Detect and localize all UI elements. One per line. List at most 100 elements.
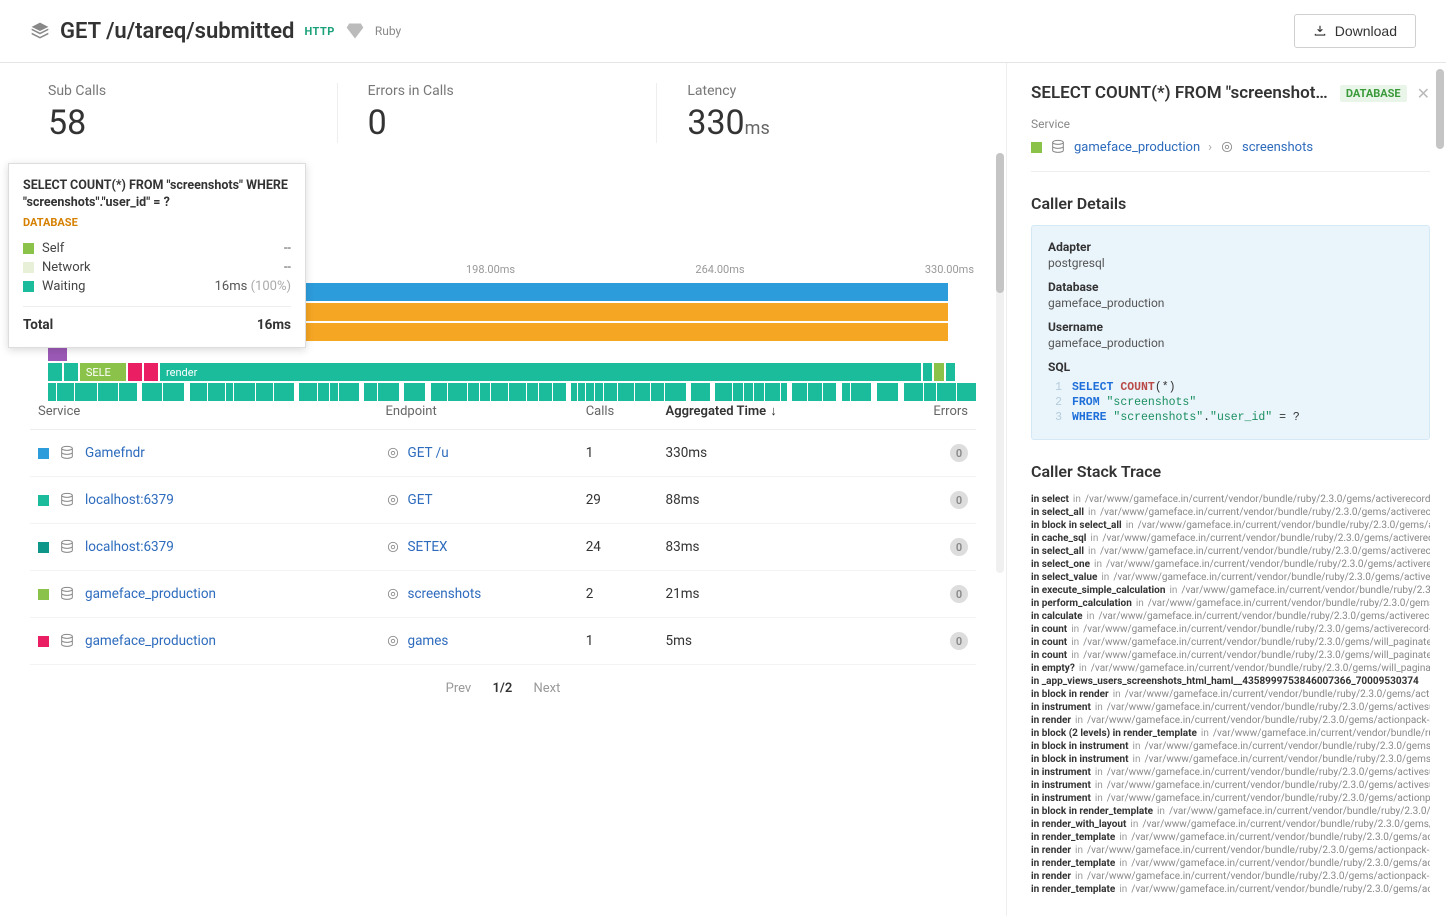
flame-span[interactable]: SELE <box>80 363 126 381</box>
flame-segment[interactable] <box>937 383 956 401</box>
flame-segment[interactable] <box>571 383 577 401</box>
flame-segment[interactable] <box>299 383 317 401</box>
flame-segment[interactable] <box>957 383 976 401</box>
flame-segment[interactable] <box>823 383 836 401</box>
services-table: Service Endpoint Calls Aggregated Time↓ … <box>0 393 1006 712</box>
table-row[interactable]: gameface_production screenshots 2 21ms 0 <box>30 571 976 618</box>
flame-segment[interactable] <box>57 383 75 401</box>
flame-span[interactable] <box>946 363 955 381</box>
flame-segment[interactable] <box>491 383 507 401</box>
flame-segment[interactable] <box>781 383 787 401</box>
endpoint-link[interactable]: SETEX <box>408 539 448 555</box>
flame-segment[interactable] <box>48 383 56 401</box>
flame-span-render[interactable]: render <box>160 363 921 381</box>
endpoint-link[interactable]: GET <box>408 492 433 508</box>
calls-cell: 1 <box>578 618 658 665</box>
flame-segment[interactable] <box>226 383 234 401</box>
flame-segment[interactable] <box>448 383 467 401</box>
flame-segment[interactable] <box>234 383 255 401</box>
page-title: GET /u/tareq/submitted <box>60 19 294 44</box>
flame-segment[interactable] <box>339 383 359 401</box>
flame-span[interactable] <box>48 363 62 381</box>
endpoint-link[interactable]: screenshots <box>408 586 482 602</box>
service-link[interactable]: gameface_production <box>85 633 216 649</box>
flame-segment[interactable] <box>851 383 871 401</box>
service-link[interactable]: gameface_production <box>85 586 216 602</box>
flame-segment[interactable] <box>256 383 273 401</box>
scrollbar-thumb[interactable] <box>996 153 1004 293</box>
header-left: GET /u/tareq/submitted HTTP Ruby <box>30 19 401 44</box>
table-row[interactable]: localhost:6379 SETEX 24 83ms 0 <box>30 524 976 571</box>
flame-segment[interactable] <box>651 383 665 401</box>
flame-segment[interactable] <box>553 383 565 401</box>
scrollbar-thumb[interactable] <box>1436 69 1444 149</box>
flame-segment[interactable] <box>754 383 764 401</box>
flame-segment[interactable] <box>691 383 710 401</box>
flame-segment[interactable] <box>318 383 329 401</box>
flame-segment[interactable] <box>364 383 376 401</box>
flame-segment[interactable] <box>98 383 118 401</box>
flame-segment[interactable] <box>618 383 634 401</box>
flame-span[interactable] <box>923 363 932 381</box>
flame-segment[interactable] <box>431 383 448 401</box>
flame-segment[interactable] <box>163 383 184 401</box>
pager-prev[interactable]: Prev <box>446 681 472 696</box>
flame-segment[interactable] <box>509 383 527 401</box>
flame-segment[interactable] <box>578 383 585 401</box>
service-link[interactable]: Gamefndr <box>85 445 145 461</box>
flame-segment[interactable] <box>468 383 479 401</box>
close-icon[interactable]: ✕ <box>1417 84 1430 103</box>
flame-span[interactable] <box>144 363 158 381</box>
flame-segment[interactable] <box>539 383 552 401</box>
download-icon <box>1313 24 1327 38</box>
flame-segment[interactable] <box>877 383 899 401</box>
left-scrollbar[interactable] <box>996 153 1004 573</box>
service-link[interactable]: localhost:6379 <box>85 539 174 555</box>
flame-segment[interactable] <box>604 383 617 401</box>
flame-segment[interactable] <box>274 383 294 401</box>
flame-segment[interactable] <box>480 383 490 401</box>
flame-segment[interactable] <box>208 383 224 401</box>
flame-segment[interactable] <box>586 383 594 401</box>
endpoint-link[interactable]: GET /u <box>408 445 449 461</box>
flame-segment[interactable] <box>715 383 732 401</box>
flame-segment[interactable] <box>119 383 137 401</box>
service-link[interactable]: localhost:6379 <box>85 492 174 508</box>
flame-span[interactable] <box>64 363 78 381</box>
flame-segment[interactable] <box>404 383 425 401</box>
tooltip-title: SELECT COUNT(*) FROM "screenshots" WHERE… <box>23 178 291 212</box>
flame-segment[interactable] <box>842 383 851 401</box>
flame-span[interactable] <box>128 363 142 381</box>
flame-segments-row[interactable] <box>48 383 976 401</box>
flame-segment[interactable] <box>904 383 924 401</box>
flame-segment[interactable] <box>665 383 686 401</box>
flame-segment[interactable] <box>142 383 162 401</box>
flamegraph-area[interactable]: SELECT COUNT(*) FROM "screenshots" WHERE… <box>48 163 976 363</box>
flame-span[interactable] <box>934 363 943 381</box>
stack-frame: in block in select_allin/var/www/gamefac… <box>1031 519 1430 532</box>
breadcrumb-endpoint[interactable]: screenshots <box>1242 140 1313 155</box>
flame-segment[interactable] <box>792 383 807 401</box>
flame-segment[interactable] <box>595 383 603 401</box>
right-scrollbar[interactable] <box>1436 63 1444 916</box>
breadcrumb-service[interactable]: gameface_production <box>1074 140 1200 155</box>
table-row[interactable]: localhost:6379 GET 29 88ms 0 <box>30 477 976 524</box>
flame-segment[interactable] <box>765 383 780 401</box>
pager-next[interactable]: Next <box>534 681 561 696</box>
flame-segment[interactable] <box>378 383 399 401</box>
flame-segment[interactable] <box>924 383 936 401</box>
flame-segment[interactable] <box>190 383 208 401</box>
stack-frame: in perform_calculationin/var/www/gamefac… <box>1031 597 1430 610</box>
flame-segment[interactable] <box>527 383 537 401</box>
endpoint-link[interactable]: games <box>408 633 449 649</box>
table-row[interactable]: gameface_production games 1 5ms 0 <box>30 618 976 665</box>
flame-segment[interactable] <box>733 383 743 401</box>
flame-segment[interactable] <box>744 383 753 401</box>
table-row[interactable]: Gamefndr GET /u 1 330ms 0 <box>30 430 976 477</box>
flame-segment[interactable] <box>75 383 97 401</box>
download-button[interactable]: Download <box>1294 14 1416 48</box>
calls-cell: 24 <box>578 524 658 571</box>
flame-segment[interactable] <box>635 383 650 401</box>
flame-segment[interactable] <box>330 383 338 401</box>
flame-segment[interactable] <box>808 383 822 401</box>
